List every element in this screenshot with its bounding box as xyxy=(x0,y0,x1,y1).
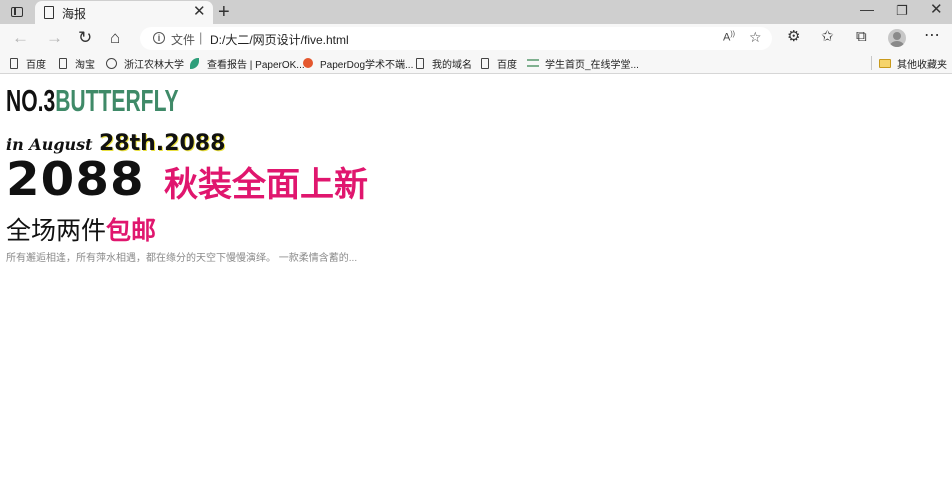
favorite-label: 浙江农林大学 xyxy=(124,59,184,71)
favorite-item[interactable]: 查看报告 | PaperOK... xyxy=(190,55,305,71)
promo-plain: 全场两件 xyxy=(6,216,107,245)
restore-icon[interactable]: ❐ xyxy=(896,3,908,19)
more-menu-icon[interactable]: ⋯ xyxy=(924,27,941,45)
headline: 秋装全面上新 xyxy=(164,165,368,205)
favorite-item[interactable]: 淘宝 xyxy=(59,55,95,71)
home-icon[interactable]: ⌂ xyxy=(110,28,120,48)
tab-strip: 海报 ✕ + — ❐ ✕ xyxy=(0,0,952,24)
brand-number: NO.3 xyxy=(6,83,56,118)
brand-title: NO.3BUTTERFLY xyxy=(6,83,179,119)
reload-icon[interactable]: ↻ xyxy=(78,28,92,48)
lines-icon xyxy=(527,59,539,67)
profile-avatar-icon[interactable] xyxy=(888,29,906,47)
address-separator: | xyxy=(199,30,203,45)
promo-highlight: 包邮 xyxy=(106,216,157,245)
tab-title: 海报 xyxy=(62,7,87,21)
favorite-label: 我的域名 xyxy=(432,59,472,71)
brand-name: BUTTERFLY xyxy=(55,83,179,118)
favorite-label: 查看报告 | PaperOK... xyxy=(207,59,305,71)
year-text: 2088 xyxy=(6,152,145,206)
favorite-item[interactable]: 学生首页_在线学堂... xyxy=(527,55,639,71)
back-arrow-icon[interactable]: ← xyxy=(12,28,29,48)
info-icon[interactable]: i xyxy=(153,32,165,44)
page-icon xyxy=(44,6,54,19)
folder-icon xyxy=(879,58,891,68)
window-close-icon[interactable]: ✕ xyxy=(930,2,943,18)
promo-line: 全场两件包邮 xyxy=(6,215,156,247)
read-aloud-icon[interactable]: A)) xyxy=(723,31,735,44)
favorites-icon[interactable]: ✩ xyxy=(821,28,834,46)
forward-arrow-icon[interactable]: → xyxy=(46,28,63,48)
other-favorites-folder[interactable]: 其他收藏夹 xyxy=(879,55,947,71)
favorite-label: 学生首页_在线学堂... xyxy=(545,59,639,71)
favorite-item[interactable]: 浙江农林大学 xyxy=(106,55,184,71)
page-icon xyxy=(10,57,18,69)
extensions-icon[interactable]: ⚙ xyxy=(787,28,800,46)
tab-actions-icon xyxy=(11,7,23,17)
dog-icon xyxy=(303,58,313,68)
minimize-icon[interactable]: — xyxy=(860,1,874,17)
favorite-item[interactable]: 我的域名 xyxy=(416,55,472,71)
page-icon xyxy=(481,57,489,69)
add-favorite-icon[interactable]: ☆ xyxy=(749,29,762,46)
tab-actions-button[interactable] xyxy=(6,4,28,20)
favorite-label: 淘宝 xyxy=(75,59,95,71)
favorite-label: 百度 xyxy=(26,59,46,71)
favorite-label: 百度 xyxy=(497,59,517,71)
close-tab-icon[interactable]: ✕ xyxy=(193,4,206,20)
description-text: 所有邂逅相逢，所有萍水相遇，都在缘分的天空下慢慢演绎。 一款柔情含蓄的... xyxy=(6,253,358,264)
other-favorites-label: 其他收藏夹 xyxy=(897,59,947,71)
leaf-icon xyxy=(190,57,199,69)
page-icon xyxy=(59,57,67,69)
browser-toolbar: ← → ↻ ⌂ i 文件 | D:/大二/网页设计/five.html A)) … xyxy=(0,24,952,52)
page-icon xyxy=(416,57,424,69)
active-tab[interactable]: 海报 ✕ xyxy=(35,1,213,24)
address-bar[interactable]: i 文件 | D:/大二/网页设计/five.html A)) ☆ xyxy=(140,27,772,50)
globe-icon xyxy=(106,57,117,69)
new-tab-button[interactable]: + xyxy=(218,1,230,23)
address-scheme-label: 文件 xyxy=(171,33,196,47)
favorites-divider xyxy=(871,56,872,70)
favorite-item[interactable]: 百度 xyxy=(10,55,46,71)
favorite-label: PaperDog学术不端... xyxy=(320,59,414,71)
page-content: NO.3BUTTERFLY in August 28th.2088 2088 秋… xyxy=(0,75,952,500)
favorite-item[interactable]: PaperDog学术不端... xyxy=(303,55,413,71)
favorite-item[interactable]: 百度 xyxy=(481,55,517,71)
favorites-bar: 百度 淘宝 浙江农林大学 查看报告 | PaperOK... PaperDog学… xyxy=(0,52,952,74)
address-url[interactable]: D:/大二/网页设计/five.html xyxy=(210,31,349,48)
collections-icon[interactable]: ⧉ xyxy=(856,28,867,46)
